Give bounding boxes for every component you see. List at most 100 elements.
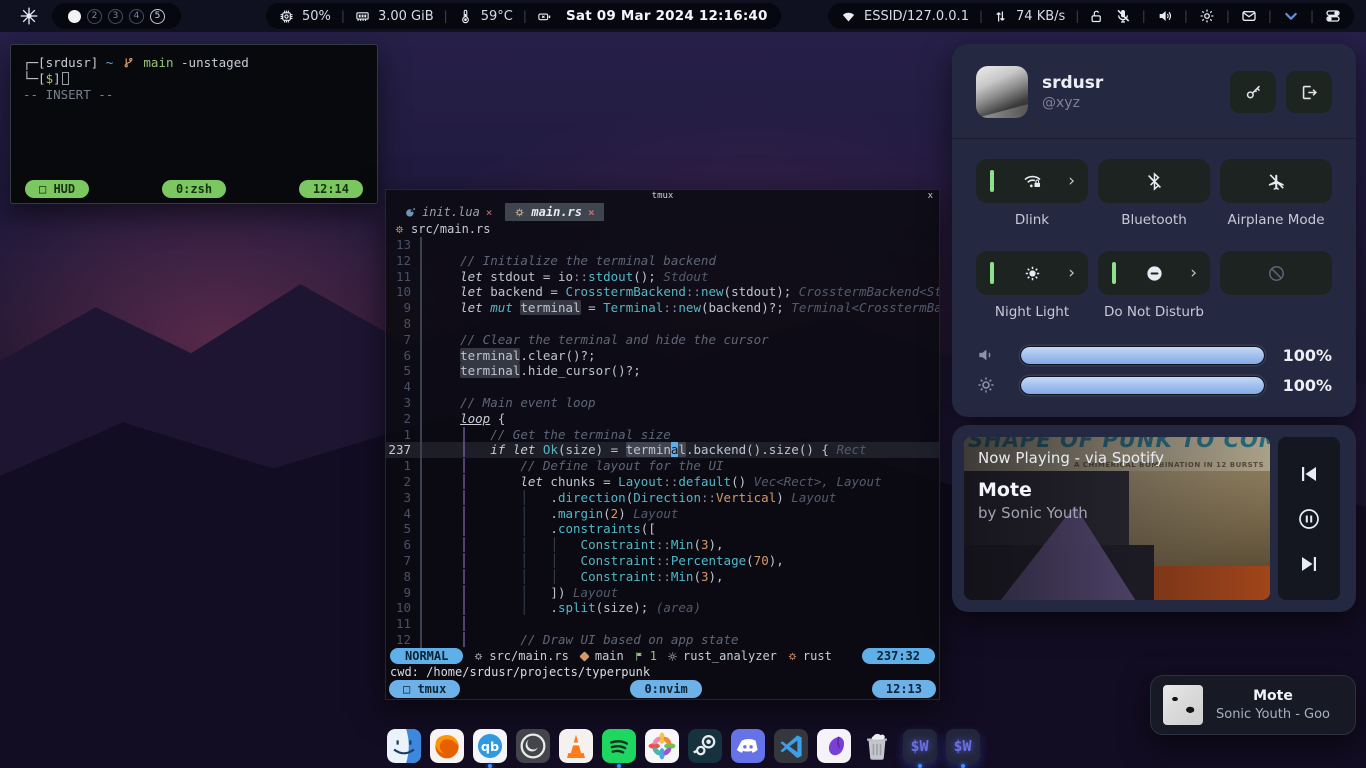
buffer-tabline: init.lua×main.rs×: [386, 203, 939, 221]
mail-icon[interactable]: [1241, 8, 1257, 24]
running-indicator: [961, 764, 965, 768]
toggle-do-not-disturb[interactable]: ›: [1098, 251, 1210, 295]
night-light-icon: [1023, 264, 1042, 283]
dock-trash[interactable]: [860, 729, 894, 763]
next-track-button[interactable]: [1297, 552, 1321, 576]
dock-wallet-2[interactable]: $W: [946, 729, 980, 763]
dock-finder[interactable]: [387, 729, 421, 763]
code-line: 9 │ │ ]) Layout: [386, 585, 939, 601]
code-line: 12 │ // Draw UI based on app state: [386, 632, 939, 648]
memory-usage: 3.00 GiB: [378, 9, 434, 24]
chevron-right-icon[interactable]: ›: [1190, 265, 1197, 282]
brightness-icon: [976, 375, 996, 395]
code-line: 6 terminal.clear()?;: [386, 348, 939, 364]
dock-discord[interactable]: [731, 729, 765, 763]
code-line: 4: [386, 379, 939, 395]
line-number: 3: [386, 490, 422, 506]
tab-init.lua[interactable]: init.lua×: [396, 203, 501, 221]
dock-wallet-label: $W: [953, 737, 971, 755]
workspace-4[interactable]: 4: [129, 9, 144, 24]
line-number: 4: [386, 379, 422, 395]
username: srdusr: [1042, 73, 1103, 93]
nvim-window-pill[interactable]: 0:nvim: [630, 680, 701, 698]
workspace-5[interactable]: 5: [150, 9, 165, 24]
window-title: tmux: [652, 191, 674, 201]
dock-spotify[interactable]: [602, 729, 636, 763]
active-indicator: [990, 262, 994, 284]
line-number: 10: [386, 600, 422, 616]
slider-fill: [1021, 347, 1264, 364]
toggle-dlink[interactable]: ›: [976, 159, 1088, 203]
slider-track[interactable]: [1020, 346, 1265, 365]
tmux-status-bar-editor: □ tmux 0:nvim 12:13: [386, 680, 939, 697]
toggles-icon[interactable]: [1325, 8, 1341, 24]
prompt-line-2[interactable]: └─[$]: [23, 71, 365, 87]
quick-toggles: ›DlinkBluetoothAirplane Mode›Night Light…: [952, 139, 1356, 321]
logout-button[interactable]: [1286, 71, 1332, 113]
dock-firefox[interactable]: [430, 729, 464, 763]
line-number: 1: [386, 458, 422, 474]
code-line: 5 terminal.hide_cursor()?;: [386, 363, 939, 379]
line-number: 1: [386, 427, 422, 443]
running-indicator: [488, 764, 492, 768]
terminal-window: ┌─[srdusr] ~ main -unstaged └─[$] -- INS…: [10, 44, 378, 204]
pause-button[interactable]: [1297, 507, 1321, 531]
slider-value: 100%: [1283, 346, 1332, 365]
lua-icon: [405, 207, 416, 218]
code-line: 2 loop {: [386, 411, 939, 427]
chevron-right-icon[interactable]: ›: [1068, 265, 1075, 282]
toggle-night-light[interactable]: ›: [976, 251, 1088, 295]
code-line: 1 │ // Get the terminal size: [386, 427, 939, 443]
dock-vlc[interactable]: [559, 729, 593, 763]
toggle-label: Dlink: [976, 212, 1088, 229]
hud-session-pill[interactable]: □ HUD: [25, 180, 89, 198]
slider-track[interactable]: [1020, 376, 1265, 395]
lock-keys-button[interactable]: [1230, 71, 1276, 113]
dock-obs[interactable]: [516, 729, 550, 763]
clock[interactable]: Sat 09 Mar 2024 12:16:40: [553, 3, 781, 29]
toggle-airplane-mode[interactable]: [1220, 159, 1332, 203]
dock-plum-app[interactable]: [817, 729, 851, 763]
media-notification[interactable]: Mote Sonic Youth - Goo: [1150, 675, 1356, 735]
toggle-bluetooth[interactable]: [1098, 159, 1210, 203]
statusline-file: src/main.rs: [473, 649, 568, 663]
rust-icon: [394, 224, 405, 235]
workspace-2[interactable]: 2: [87, 9, 102, 24]
notification-title: Mote: [1203, 688, 1343, 704]
dock-steam[interactable]: [688, 729, 722, 763]
line-number: 3: [386, 395, 422, 411]
user-handle: @xyz: [1042, 95, 1103, 111]
control-center-panel: srdusr @xyz ›DlinkBluetoothAirplane Mode…: [952, 44, 1356, 417]
volume-icon[interactable]: [1157, 8, 1173, 24]
bluetooth-off-icon: [1145, 172, 1164, 191]
dnd-icon: [1145, 264, 1164, 283]
notification-subtitle: Sonic Youth - Goo: [1203, 707, 1343, 722]
panel-chevron-down-icon[interactable]: [1283, 8, 1299, 24]
distro-star-icon[interactable]: [19, 6, 39, 26]
chevron-right-icon[interactable]: ›: [1068, 173, 1075, 190]
dock-qbittorrent[interactable]: qb: [473, 729, 507, 763]
workspace-1[interactable]: [68, 10, 81, 23]
workspace-3[interactable]: 3: [108, 9, 123, 24]
tab-main.rs[interactable]: main.rs×: [505, 203, 603, 221]
dock-wallet-1[interactable]: $W: [903, 729, 937, 763]
slider-fill: [1021, 377, 1264, 394]
tab-close-icon[interactable]: ×: [486, 206, 493, 219]
zsh-window-pill[interactable]: 0:zsh: [162, 180, 226, 198]
line-number: 12: [386, 253, 422, 269]
tab-close-icon[interactable]: ×: [588, 206, 595, 219]
code-line: 5 │ │ .constraints([: [386, 521, 939, 537]
dock-photos[interactable]: [645, 729, 679, 763]
toggle-empty[interactable]: [1220, 251, 1332, 295]
dock-vscode[interactable]: [774, 729, 808, 763]
code-buffer[interactable]: 1312 // Initialize the terminal backend1…: [386, 237, 939, 648]
window-close-button[interactable]: x: [928, 190, 933, 203]
code-line: 8 │ │ │ Constraint::Min(3),: [386, 569, 939, 585]
settings-gear-icon[interactable]: [1199, 8, 1215, 24]
tmux-session-pill[interactable]: □ tmux: [389, 680, 460, 698]
logout-icon: [1300, 83, 1319, 102]
microphone-muted-icon[interactable]: [1115, 8, 1131, 24]
running-indicator: [617, 764, 621, 768]
brightness-slider-row: 100%: [976, 375, 1332, 395]
previous-track-button[interactable]: [1297, 462, 1321, 486]
